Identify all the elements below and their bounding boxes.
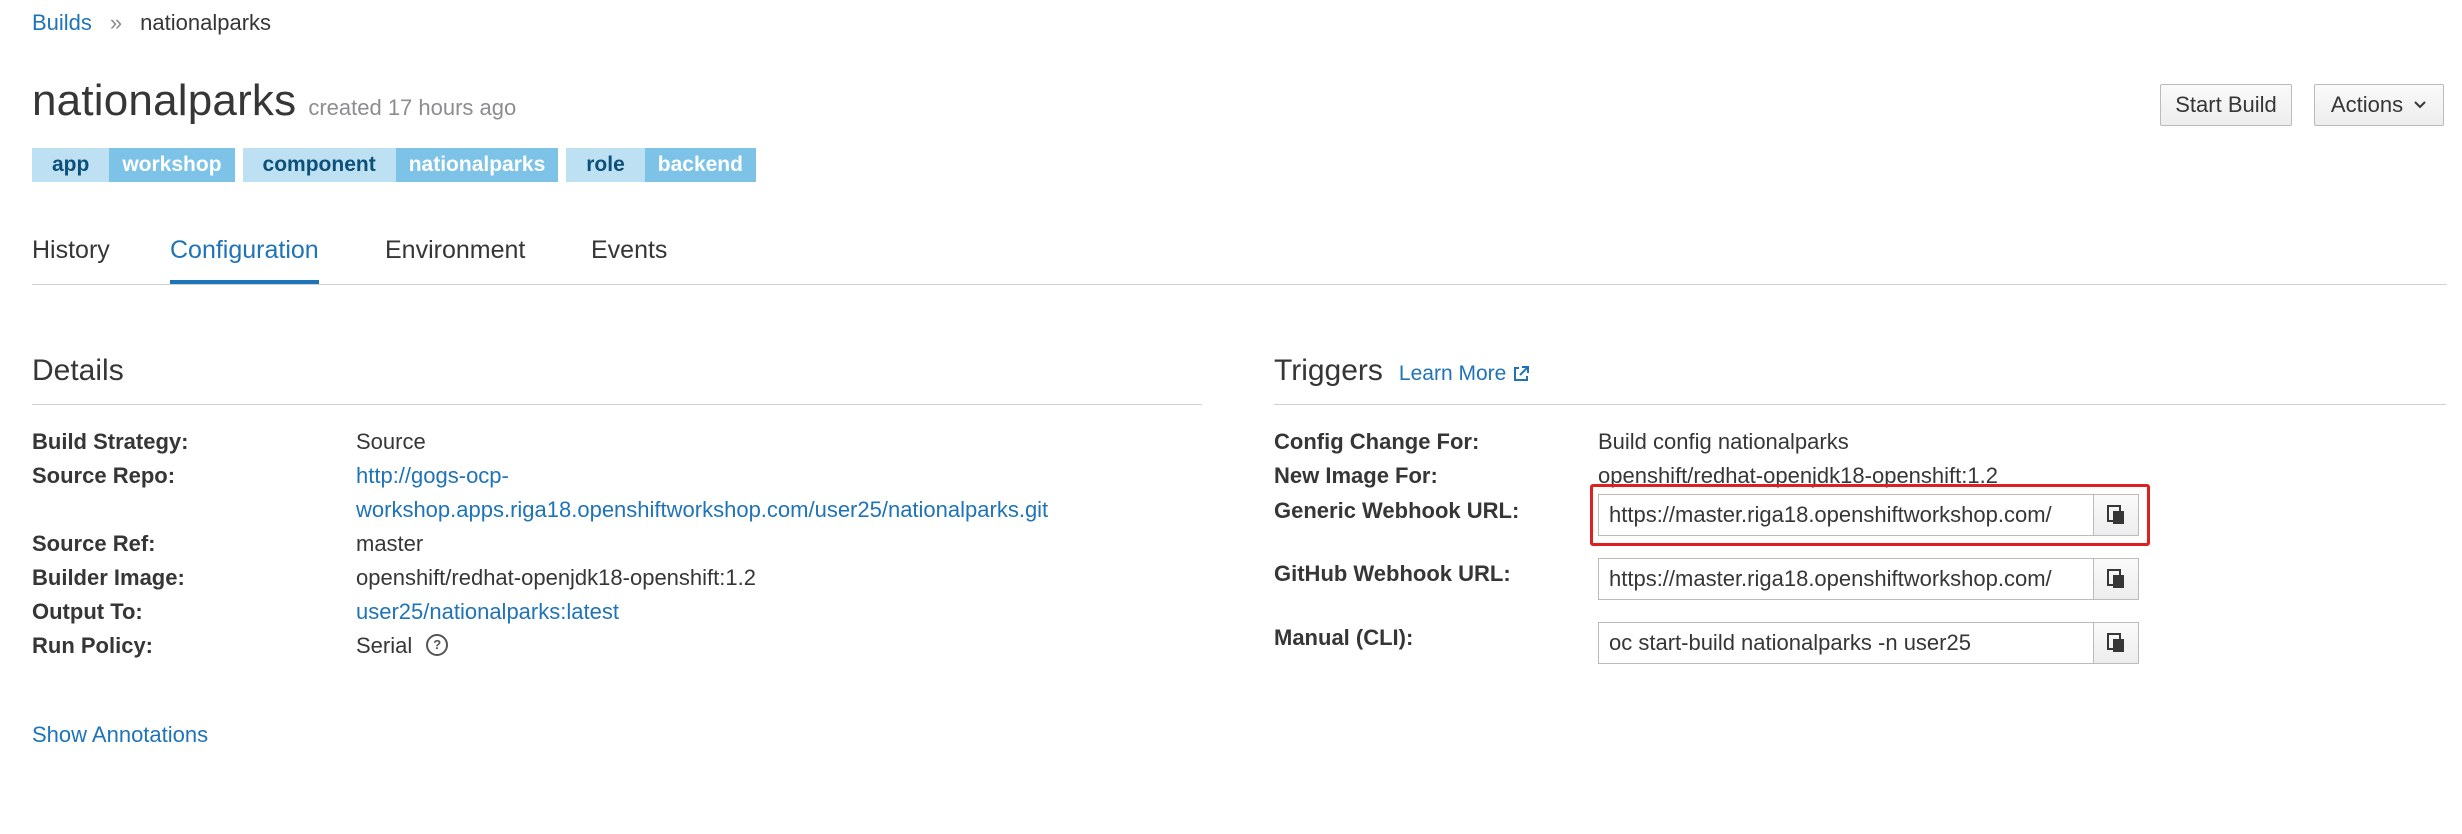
- config-change-value: Build config nationalparks: [1598, 429, 1849, 454]
- learn-more-link[interactable]: Learn More: [1399, 362, 1530, 386]
- config-change-label: Config Change For:: [1274, 429, 1480, 454]
- source-ref-label: Source Ref:: [32, 531, 156, 556]
- source-repo-link[interactable]: http://gogs-ocp-: [356, 463, 509, 488]
- github-webhook-input[interactable]: https://master.riga18.openshiftworkshop.…: [1598, 558, 2094, 600]
- github-webhook-copy-button[interactable]: [2093, 558, 2139, 600]
- page-header: nationalparks created 17 hours ago: [32, 76, 516, 126]
- label-key[interactable]: app: [32, 148, 110, 182]
- run-policy-value: Serial: [356, 633, 413, 658]
- breadcrumb-current: nationalparks: [140, 10, 272, 35]
- source-ref-value: master: [356, 531, 424, 556]
- actions-label: Actions: [2330, 92, 2404, 117]
- builder-image-value: openshift/redhat-openjdk18-openshift:1.2: [356, 565, 756, 590]
- breadcrumb-builds-link[interactable]: Builds: [32, 10, 92, 36]
- triggers-header: Triggers Learn More: [1274, 354, 1530, 388]
- build-strategy-value: Source: [356, 429, 426, 454]
- generic-webhook-label: Generic Webhook URL:: [1274, 498, 1520, 523]
- label-key[interactable]: role: [566, 148, 645, 182]
- tab-configuration[interactable]: Configuration: [170, 236, 319, 284]
- details-heading: Details: [32, 354, 124, 387]
- show-annotations-link[interactable]: Show Annotations: [32, 722, 208, 748]
- chevron-down-icon: [2414, 101, 2426, 109]
- breadcrumb: Builds » nationalparks: [32, 10, 271, 36]
- output-to-label: Output To:: [32, 599, 143, 624]
- details-divider: [32, 404, 1202, 405]
- source-repo-label: Source Repo:: [32, 463, 176, 488]
- breadcrumb-separator: »: [109, 10, 123, 35]
- details-labels: Build Strategy: Source Repo: Source Ref:…: [32, 425, 188, 663]
- tab-bar: History Configuration Environment Events: [32, 230, 2447, 285]
- tab-events[interactable]: Events: [591, 236, 667, 284]
- triggers-divider: [1274, 404, 2446, 405]
- help-icon[interactable]: ?: [426, 634, 449, 657]
- run-policy-row: Serial?: [356, 629, 1048, 663]
- learn-more-label: Learn More: [1398, 362, 1507, 385]
- run-policy-label: Run Policy:: [32, 633, 154, 658]
- clipboard-icon: [2107, 633, 2124, 652]
- page-title: nationalparks: [32, 76, 297, 125]
- clipboard-icon: [2107, 569, 2124, 588]
- manual-cli-copy-button[interactable]: [2093, 622, 2139, 664]
- created-timestamp: created 17 hours ago: [308, 95, 517, 120]
- source-repo-link-cont[interactable]: workshop.apps.riga18.openshiftworkshop.c…: [356, 497, 1048, 522]
- builder-image-label: Builder Image:: [32, 565, 185, 590]
- github-webhook-label: GitHub Webhook URL:: [1274, 561, 1511, 586]
- start-build-button[interactable]: Start Build: [2160, 84, 2292, 126]
- label-key[interactable]: component: [242, 148, 396, 182]
- build-strategy-label: Build Strategy:: [32, 429, 189, 454]
- tab-history[interactable]: History: [32, 236, 110, 284]
- label-app[interactable]: app workshop: [32, 148, 235, 182]
- details-values: Source http://gogs-ocp- workshop.apps.ri…: [356, 425, 1048, 663]
- labels-list: app workshop component nationalparks rol…: [32, 148, 756, 182]
- label-value[interactable]: nationalparks: [395, 148, 559, 182]
- manual-cli-input[interactable]: oc start-build nationalparks -n user25: [1598, 622, 2094, 664]
- new-image-label: New Image For:: [1274, 463, 1438, 488]
- label-component[interactable]: component nationalparks: [242, 148, 559, 182]
- tab-environment[interactable]: Environment: [385, 236, 525, 284]
- manual-cli-label: Manual (CLI):: [1274, 625, 1414, 650]
- actions-dropdown-button[interactable]: Actions: [2314, 84, 2444, 126]
- label-value[interactable]: backend: [644, 148, 756, 182]
- triggers-heading: Triggers: [1274, 354, 1383, 387]
- highlight-box: [1590, 484, 2150, 546]
- label-value[interactable]: workshop: [109, 148, 235, 182]
- label-role[interactable]: role backend: [566, 148, 756, 182]
- output-to-link[interactable]: user25/nationalparks:latest: [356, 599, 619, 624]
- external-link-icon: [1514, 366, 1530, 381]
